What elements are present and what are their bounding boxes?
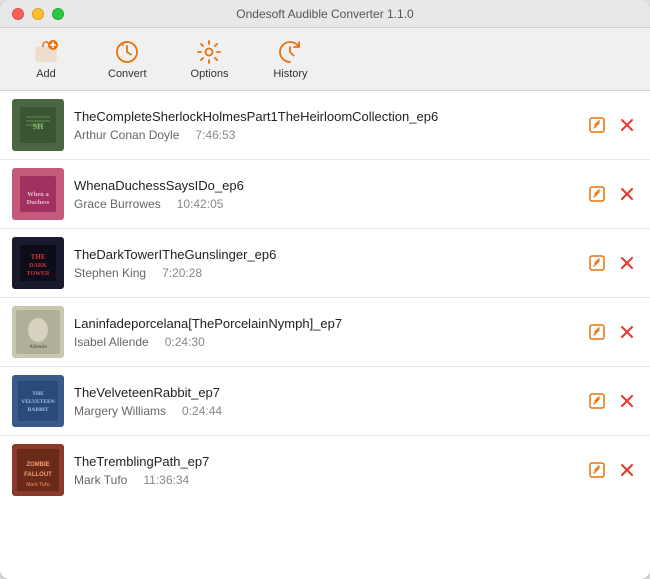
add-label: Add — [36, 68, 56, 80]
book-cover: ZOMBIE FALLOUT Mark Tufo — [12, 444, 64, 496]
book-author: Isabel Allende — [74, 335, 149, 349]
window-controls — [12, 8, 64, 20]
book-cover: When aDuchess — [12, 168, 64, 220]
book-row: THE DARK TOWER TheDarkTowerITheGunslinger_… — [0, 229, 650, 298]
book-author: Stephen King — [74, 266, 146, 280]
book-row: ZOMBIE FALLOUT Mark Tufo TheTremblingPath_… — [0, 436, 650, 504]
book-meta: Stephen King 7:20:28 — [74, 266, 576, 280]
svg-text:Allende: Allende — [29, 344, 48, 350]
book-actions — [586, 306, 638, 358]
book-title: WhenaDuchessSaysIDo_ep6 — [74, 178, 576, 193]
book-author: Grace Burrowes — [74, 197, 161, 211]
book-author: Mark Tufo — [74, 473, 127, 487]
convert-button[interactable]: Convert — [96, 34, 159, 84]
app-window: Ondesoft Audible Converter 1.1.0 Add — [0, 0, 650, 579]
book-info: TheCompleteSherlockHolmesPart1TheHeirloo… — [74, 99, 576, 151]
options-icon — [195, 38, 223, 66]
svg-text:When a: When a — [27, 191, 49, 198]
svg-text:THE: THE — [31, 253, 46, 261]
book-title: TheDarkTowerITheGunslinger_ep6 — [74, 247, 576, 262]
delete-button[interactable] — [616, 321, 638, 343]
book-row: SH TheCompleteSherlockHolmesPart1TheHeir… — [0, 91, 650, 160]
book-row: THE VELVETEEN RABBIT TheVelveteenRabbit_ep… — [0, 367, 650, 436]
edit-button[interactable] — [586, 321, 608, 343]
toolbar: Add Convert Options — [0, 28, 650, 91]
book-info: WhenaDuchessSaysIDo_ep6 Grace Burrowes 1… — [74, 168, 576, 220]
svg-text:FALLOUT: FALLOUT — [24, 472, 52, 478]
book-duration: 10:42:05 — [177, 197, 224, 211]
minimize-button[interactable] — [32, 8, 44, 20]
svg-text:Duchess: Duchess — [27, 199, 50, 206]
history-label: History — [273, 68, 307, 80]
book-list: SH TheCompleteSherlockHolmesPart1TheHeir… — [0, 91, 650, 579]
book-duration: 7:46:53 — [195, 128, 235, 142]
book-cover: THE DARK TOWER — [12, 237, 64, 289]
book-actions — [586, 444, 638, 496]
book-info: TheVelveteenRabbit_ep7 Margery Williams … — [74, 375, 576, 427]
book-cover: Allende — [12, 306, 64, 358]
svg-text:DARK: DARK — [29, 263, 47, 269]
edit-button[interactable] — [586, 390, 608, 412]
history-button[interactable]: History — [260, 34, 320, 84]
book-cover: SH — [12, 99, 64, 151]
book-cover: THE VELVETEEN RABBIT — [12, 375, 64, 427]
svg-text:THE: THE — [32, 391, 44, 397]
window-title: Ondesoft Audible Converter 1.1.0 — [236, 7, 413, 21]
book-actions — [586, 375, 638, 427]
convert-label: Convert — [108, 68, 147, 80]
book-author: Margery Williams — [74, 404, 166, 418]
book-meta: Arthur Conan Doyle 7:46:53 — [74, 128, 576, 142]
svg-text:Mark Tufo: Mark Tufo — [26, 482, 50, 488]
book-meta: Isabel Allende 0:24:30 — [74, 335, 576, 349]
svg-text:ZOMBIE: ZOMBIE — [26, 462, 49, 468]
book-title: TheCompleteSherlockHolmesPart1TheHeirloo… — [74, 109, 576, 124]
edit-button[interactable] — [586, 183, 608, 205]
edit-button[interactable] — [586, 459, 608, 481]
book-duration: 11:36:34 — [143, 473, 189, 487]
book-meta: Mark Tufo 11:36:34 — [74, 473, 576, 487]
close-button[interactable] — [12, 8, 24, 20]
svg-text:VELVETEEN: VELVETEEN — [21, 399, 54, 405]
book-info: Laninfadeporcelana[ThePorcelainNymph]_ep… — [74, 306, 576, 358]
options-button[interactable]: Options — [179, 34, 241, 84]
history-icon — [276, 38, 304, 66]
edit-button[interactable] — [586, 114, 608, 136]
delete-button[interactable] — [616, 183, 638, 205]
book-actions — [586, 99, 638, 151]
book-info: TheTremblingPath_ep7 Mark Tufo 11:36:34 — [74, 444, 576, 496]
book-title: Laninfadeporcelana[ThePorcelainNymph]_ep… — [74, 316, 576, 331]
convert-icon — [113, 38, 141, 66]
book-author: Arthur Conan Doyle — [74, 128, 179, 142]
book-title: TheTremblingPath_ep7 — [74, 454, 576, 469]
svg-text:RABBIT: RABBIT — [27, 407, 48, 413]
book-meta: Margery Williams 0:24:44 — [74, 404, 576, 418]
book-row: Allende Laninfadeporcelana[ThePorcelainN… — [0, 298, 650, 367]
book-info: TheDarkTowerITheGunslinger_ep6 Stephen K… — [74, 237, 576, 289]
book-title: TheVelveteenRabbit_ep7 — [74, 385, 576, 400]
add-icon — [32, 38, 60, 66]
delete-button[interactable] — [616, 252, 638, 274]
book-row: When aDuchess WhenaDuchessSaysIDo_ep6 Gr… — [0, 160, 650, 229]
add-button[interactable]: Add — [16, 34, 76, 84]
maximize-button[interactable] — [52, 8, 64, 20]
svg-text:SH: SH — [33, 122, 44, 131]
delete-button[interactable] — [616, 390, 638, 412]
book-actions — [586, 168, 638, 220]
book-duration: 7:20:28 — [162, 266, 202, 280]
book-duration: 0:24:30 — [165, 335, 205, 349]
svg-text:TOWER: TOWER — [27, 271, 51, 277]
book-meta: Grace Burrowes 10:42:05 — [74, 197, 576, 211]
options-label: Options — [191, 68, 229, 80]
edit-button[interactable] — [586, 252, 608, 274]
delete-button[interactable] — [616, 459, 638, 481]
book-duration: 0:24:44 — [182, 404, 222, 418]
delete-button[interactable] — [616, 114, 638, 136]
book-actions — [586, 237, 638, 289]
title-bar: Ondesoft Audible Converter 1.1.0 — [0, 0, 650, 28]
